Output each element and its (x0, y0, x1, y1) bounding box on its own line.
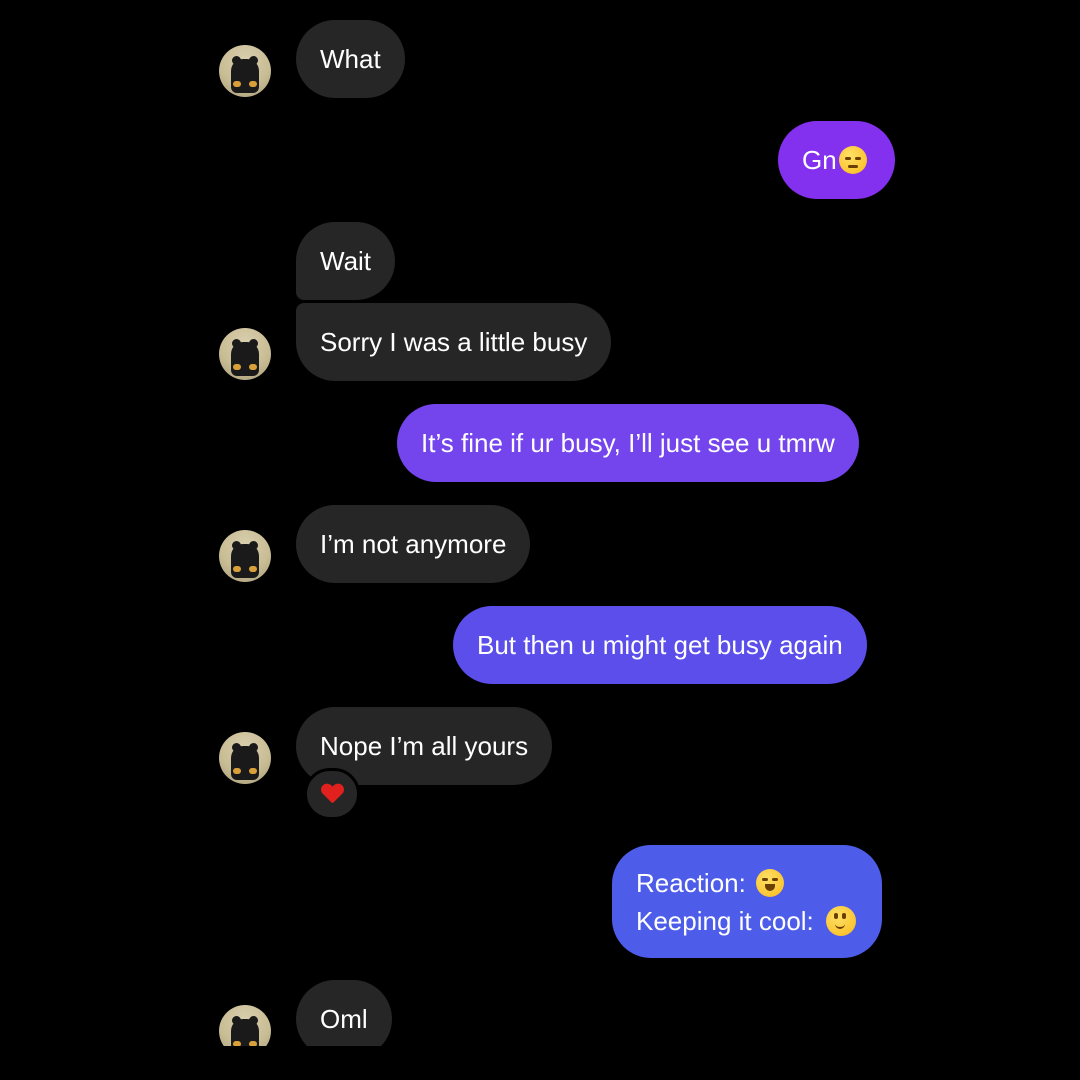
message-line: Keeping it cool: (636, 905, 814, 936)
incoming-message[interactable]: Wait (296, 222, 396, 300)
contact-avatar[interactable] (219, 45, 271, 97)
contact-avatar[interactable] (219, 328, 271, 380)
message-text: But then u might get busy again (477, 630, 843, 660)
contact-avatar[interactable] (219, 1005, 271, 1046)
message-text: Wait (320, 246, 372, 276)
message-text: Gn (802, 145, 837, 175)
message-reaction[interactable] (304, 768, 360, 820)
message-text: It’s fine if ur busy, I’ll just see u tm… (421, 428, 835, 458)
contact-avatar[interactable] (219, 530, 271, 582)
message-line: Reaction: (636, 867, 746, 898)
red-heart-icon (321, 784, 343, 804)
message-list[interactable]: What Gn Wait Sorry I was a little busy I… (0, 0, 1080, 1046)
chat-thread: What Gn Wait Sorry I was a little busy I… (0, 0, 1080, 1080)
outgoing-message[interactable]: Gn (778, 121, 895, 199)
slightly-smiling-face-icon (825, 905, 856, 936)
incoming-message[interactable]: What (296, 20, 405, 98)
message-text: What (320, 44, 381, 74)
message-text: Sorry I was a little busy (320, 327, 588, 357)
contact-avatar[interactable] (219, 732, 271, 784)
message-text: I’m not anymore (320, 529, 507, 559)
incoming-message[interactable]: Sorry I was a little busy (296, 303, 612, 381)
grinning-squinting-face-icon (755, 868, 784, 897)
incoming-message[interactable]: Oml (296, 980, 392, 1046)
pensive-face-icon (838, 146, 867, 174)
message-text: Oml (320, 1004, 368, 1034)
incoming-message[interactable]: I’m not anymore (296, 505, 531, 583)
outgoing-message[interactable]: It’s fine if ur busy, I’ll just see u tm… (397, 404, 859, 482)
outgoing-message[interactable]: Reaction: Keeping it cool: (612, 845, 882, 958)
outgoing-message[interactable]: But then u might get busy again (453, 606, 867, 684)
message-text: Nope I’m all yours (320, 731, 529, 761)
